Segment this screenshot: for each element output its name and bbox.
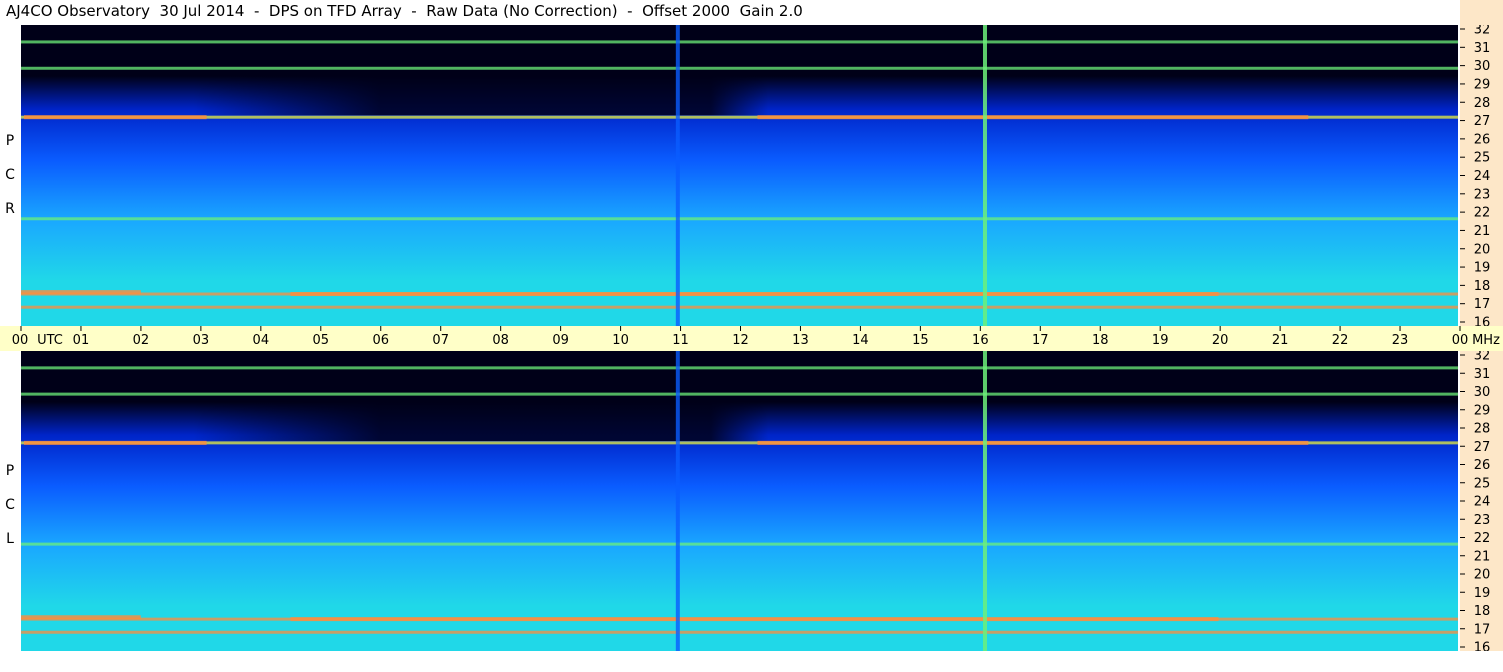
lcp-label: P C L xyxy=(5,463,15,547)
spectrogram-rcp xyxy=(21,25,1458,326)
time-tick-label: 16 xyxy=(972,333,989,348)
signal-band-17 xyxy=(21,630,1458,634)
time-tick-label: 15 xyxy=(912,333,929,348)
rcp-label: P C R xyxy=(5,133,15,217)
time-tick-label: 03 xyxy=(193,333,210,348)
time-tick-label: 07 xyxy=(432,333,449,348)
broadband-event xyxy=(982,25,987,326)
hot-segment xyxy=(290,292,1219,297)
freq-tick-label: 21 xyxy=(1474,224,1491,239)
time-tick-label: 04 xyxy=(253,333,270,348)
time-tick-label: 10 xyxy=(612,333,629,348)
freq-tick-label: 21 xyxy=(1474,549,1491,564)
freq-tick-label: 28 xyxy=(1474,96,1491,111)
frequency-axis-rcp: 32 31 30 29 28 27 26 25 24 23 22 21 20 19 18 17 16 xyxy=(1460,25,1503,326)
hot-segment xyxy=(21,615,141,620)
hot-segment xyxy=(757,440,1309,445)
spectrogram-lcp xyxy=(21,351,1458,651)
freq-tick-label: 27 xyxy=(1474,440,1491,455)
broadband-event xyxy=(675,25,680,326)
time-tick-label: 20 xyxy=(1212,333,1229,348)
freq-tick-label: 18 xyxy=(1474,279,1491,294)
freq-tick-label: 22 xyxy=(1474,206,1491,221)
freq-unit-label: MHz xyxy=(1472,333,1500,348)
time-tick-label: 05 xyxy=(313,333,330,348)
signal-band-21.7 xyxy=(21,217,1458,221)
freq-tick-label: 30 xyxy=(1474,385,1491,400)
signal-band-31.1 xyxy=(21,366,1458,370)
freq-tick-label: 25 xyxy=(1474,476,1491,491)
freq-tick-label: 31 xyxy=(1474,41,1491,56)
time-tick-label: 17 xyxy=(1032,333,1049,348)
time-tick-label: 06 xyxy=(372,333,389,348)
time-tick-label: 14 xyxy=(852,333,869,348)
freq-tick-label: 17 xyxy=(1474,622,1491,637)
time-tick-label: 13 xyxy=(792,333,809,348)
freq-tick-label: 23 xyxy=(1474,513,1491,528)
hot-segment xyxy=(23,115,207,120)
freq-tick-label: 28 xyxy=(1474,422,1491,437)
time-axis: 00 01 02 03 04 05 06 07 08 09 10 11 12 13 14 15 16 17 18 19… xyxy=(0,326,1503,351)
freq-tick-label: 26 xyxy=(1474,458,1491,473)
time-tick-label: 23 xyxy=(1392,333,1409,348)
hot-segment xyxy=(21,290,141,295)
freq-tick-label: 30 xyxy=(1474,59,1491,74)
freq-tick-label: 23 xyxy=(1474,187,1491,202)
freq-tick-label: 26 xyxy=(1474,132,1491,147)
time-tick-label: 18 xyxy=(1092,333,1109,348)
freq-tick-label: 17 xyxy=(1474,297,1491,312)
broadband-event xyxy=(982,351,987,651)
freq-tick-label: 19 xyxy=(1474,261,1491,276)
time-tick-label: 11 xyxy=(672,333,689,348)
freq-tick-label: 27 xyxy=(1474,114,1491,129)
broadband-event xyxy=(675,351,680,651)
freq-tick-label: 19 xyxy=(1474,586,1491,601)
signal-band-29.7 xyxy=(21,66,1458,70)
freq-tick-label: 20 xyxy=(1474,242,1491,257)
time-unit-label: UTC xyxy=(37,333,63,348)
freq-tick-label: 25 xyxy=(1474,151,1491,166)
time-tick-label: 00 xyxy=(1452,333,1469,348)
time-tick-label: 12 xyxy=(732,333,749,348)
freq-tick-label: 16 xyxy=(1474,641,1491,652)
freq-tick-label: 24 xyxy=(1474,169,1491,184)
time-tick-label: 21 xyxy=(1272,333,1289,348)
time-tick-label: 02 xyxy=(133,333,150,348)
signal-band-29.7 xyxy=(21,392,1458,396)
freq-tick-label: 24 xyxy=(1474,495,1491,510)
freq-tick-label: 31 xyxy=(1474,367,1491,382)
signal-band-21.7 xyxy=(21,542,1458,546)
chart-title: AJ4CO Observatory 30 Jul 2014 - DPS on T… xyxy=(6,2,803,20)
freq-tick-label: 32 xyxy=(1474,351,1491,364)
freq-tick-label: 20 xyxy=(1474,568,1491,583)
freq-tick-label: 32 xyxy=(1474,25,1491,38)
freq-tick-label: 16 xyxy=(1474,316,1491,327)
hot-segment xyxy=(757,115,1309,120)
hot-segment xyxy=(23,440,207,445)
freq-tick-label: 22 xyxy=(1474,531,1491,546)
hot-segment xyxy=(290,617,1219,622)
axis-corner xyxy=(1460,0,1503,25)
signal-band-31.1 xyxy=(21,40,1458,44)
freq-tick-label: 29 xyxy=(1474,77,1491,92)
signal-band-17 xyxy=(21,305,1458,309)
time-tick-label: 19 xyxy=(1152,333,1169,348)
freq-tick-label: 29 xyxy=(1474,403,1491,418)
time-tick-label: 22 xyxy=(1332,333,1349,348)
freq-tick-label: 18 xyxy=(1474,604,1491,619)
time-tick-label: 08 xyxy=(492,333,509,348)
time-tick-label: 00 xyxy=(12,333,29,348)
time-tick-label: 01 xyxy=(73,333,90,348)
frequency-axis-lcp: 32 31 30 29 28 27 26 25 24 23 22 21 20 19 18 17 16 xyxy=(1460,351,1503,651)
time-tick-label: 09 xyxy=(552,333,569,348)
